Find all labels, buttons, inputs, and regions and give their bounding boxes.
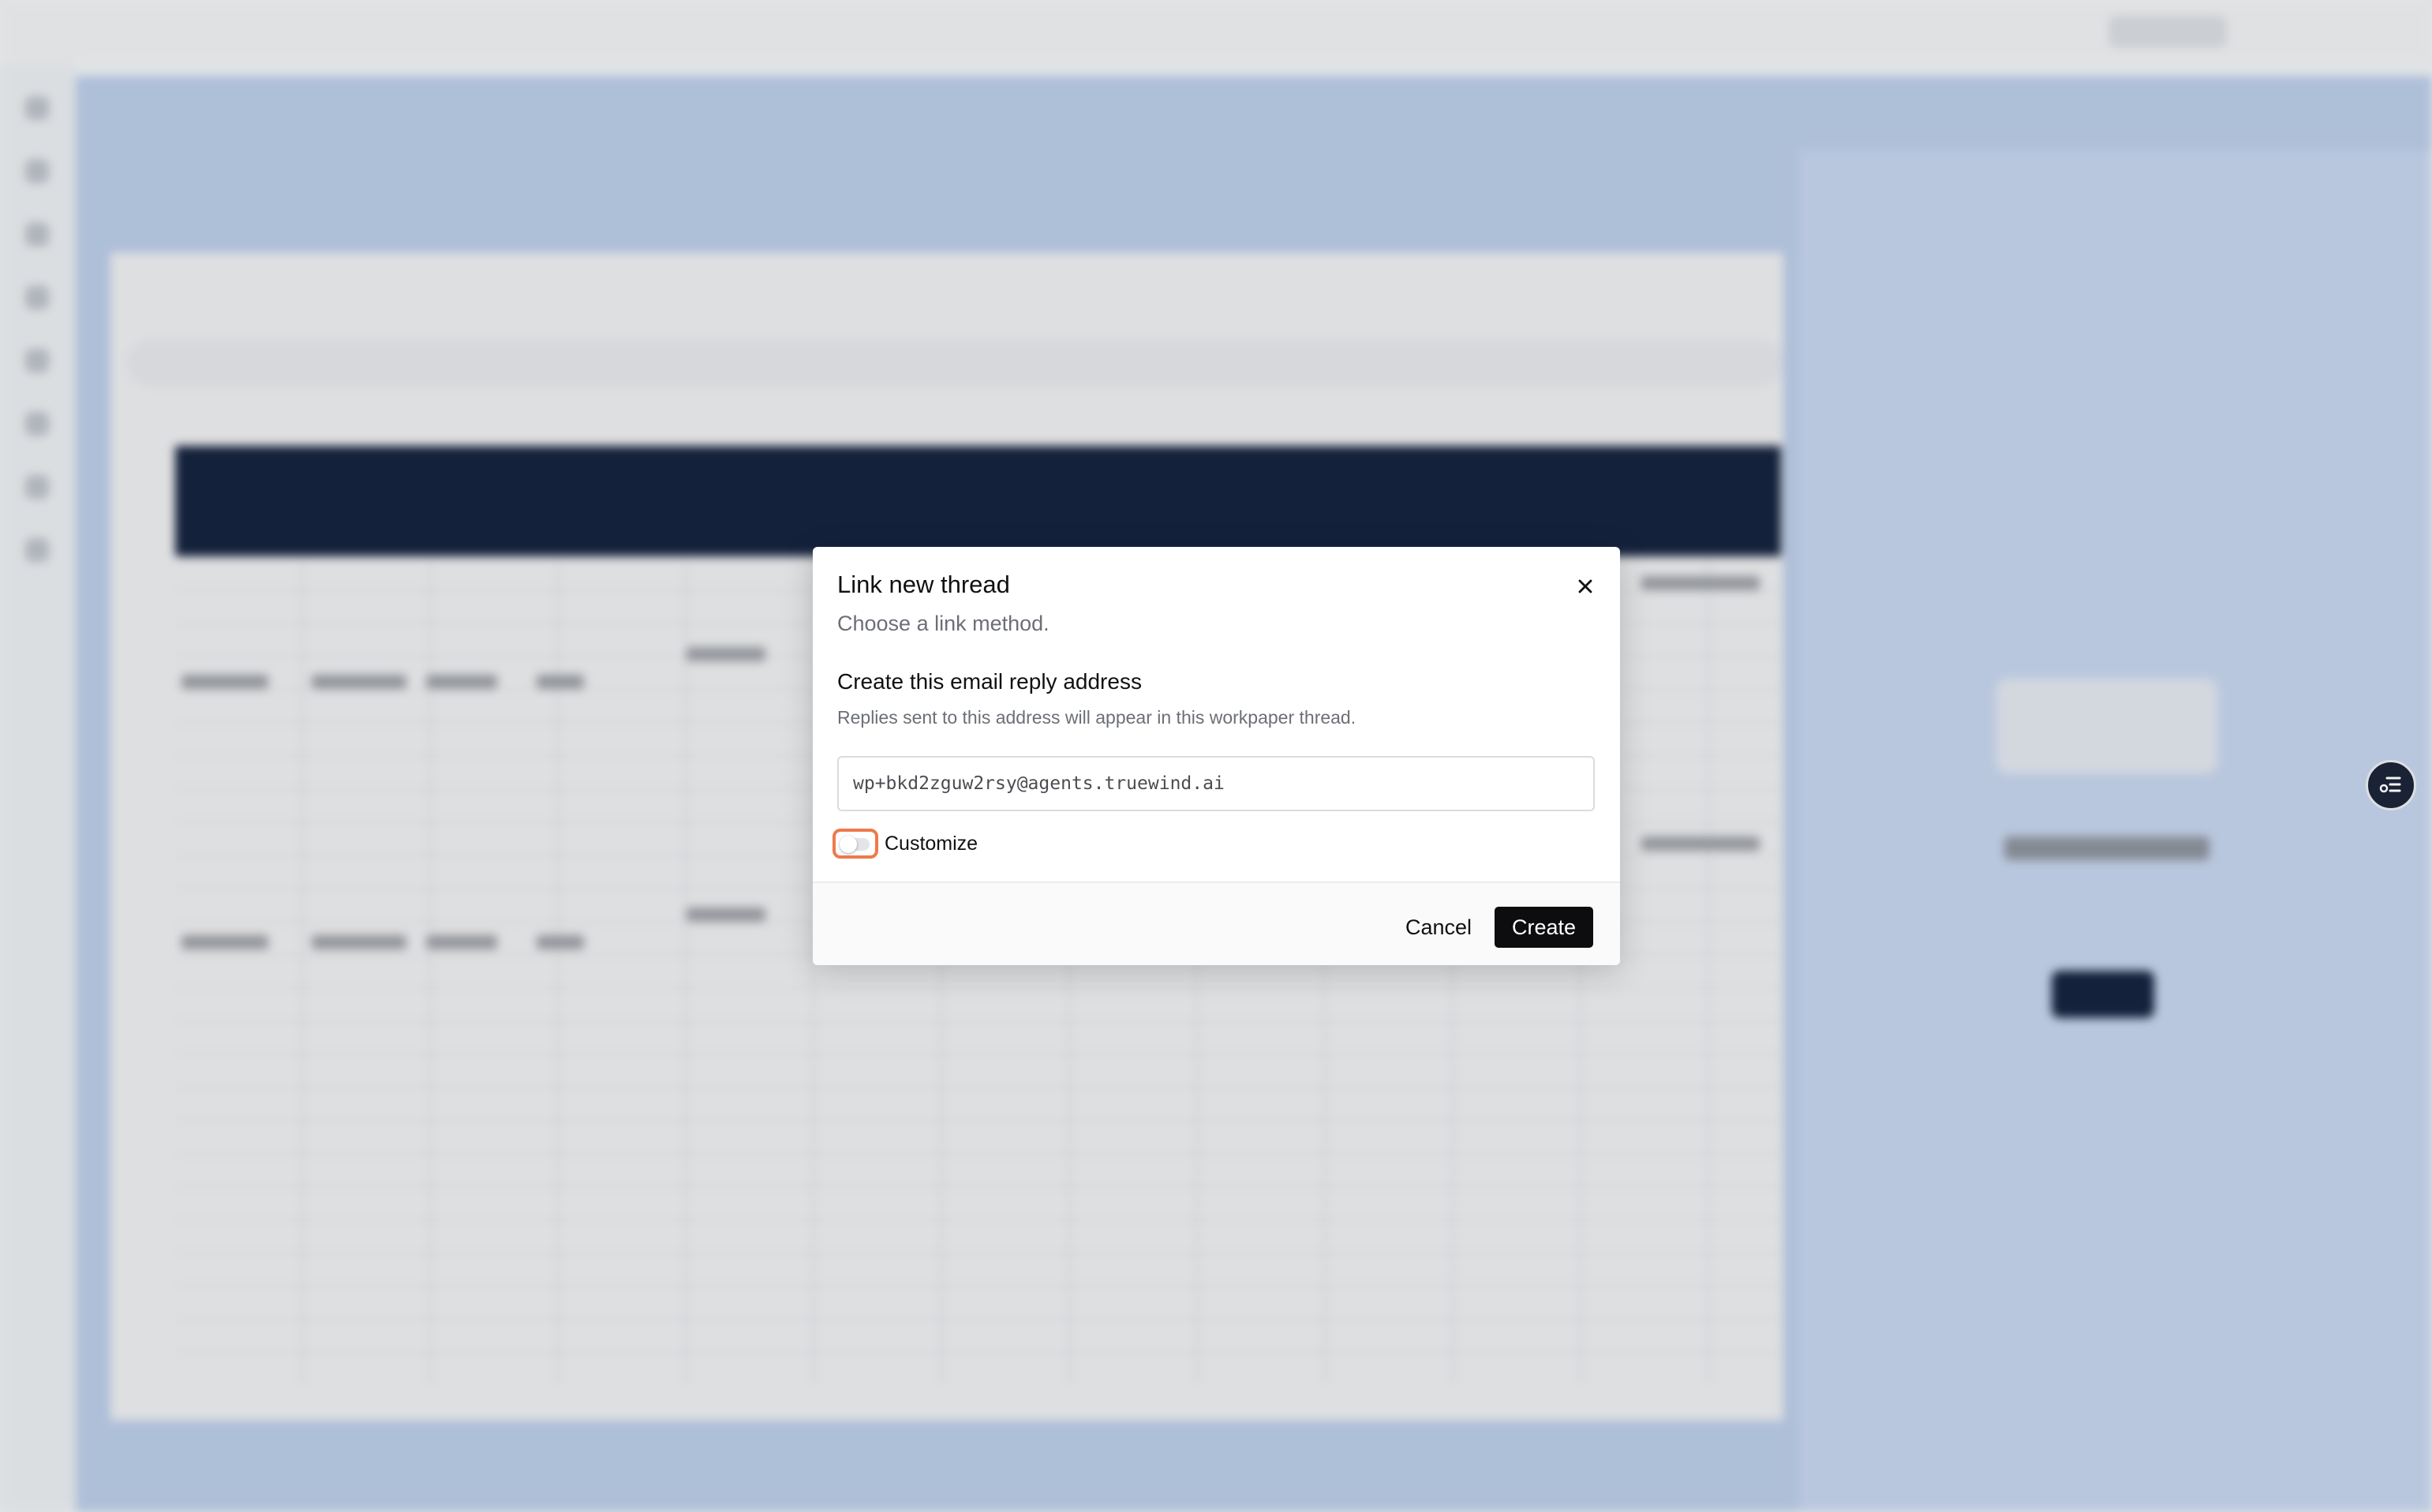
create-button[interactable]: Create (1494, 907, 1593, 948)
email-address-field[interactable] (837, 756, 1595, 811)
toggle-knob (840, 836, 857, 853)
customize-toggle[interactable] (832, 829, 878, 859)
cancel-button[interactable]: Cancel (1393, 907, 1484, 948)
customize-label: Customize (885, 832, 978, 855)
customize-toggle-row: Customize (832, 825, 978, 863)
dialog-footer: Cancel Create (813, 881, 1620, 965)
link-thread-dialog: Link new thread Choose a link method. Cr… (813, 547, 1620, 965)
email-section-help: Replies sent to this address will appear… (837, 707, 1356, 728)
dialog-title: Link new thread (837, 571, 1010, 598)
dialog-subtitle: Choose a link method. (837, 612, 1050, 635)
email-section-heading: Create this email reply address (837, 669, 1142, 694)
close-icon[interactable] (1568, 569, 1603, 604)
